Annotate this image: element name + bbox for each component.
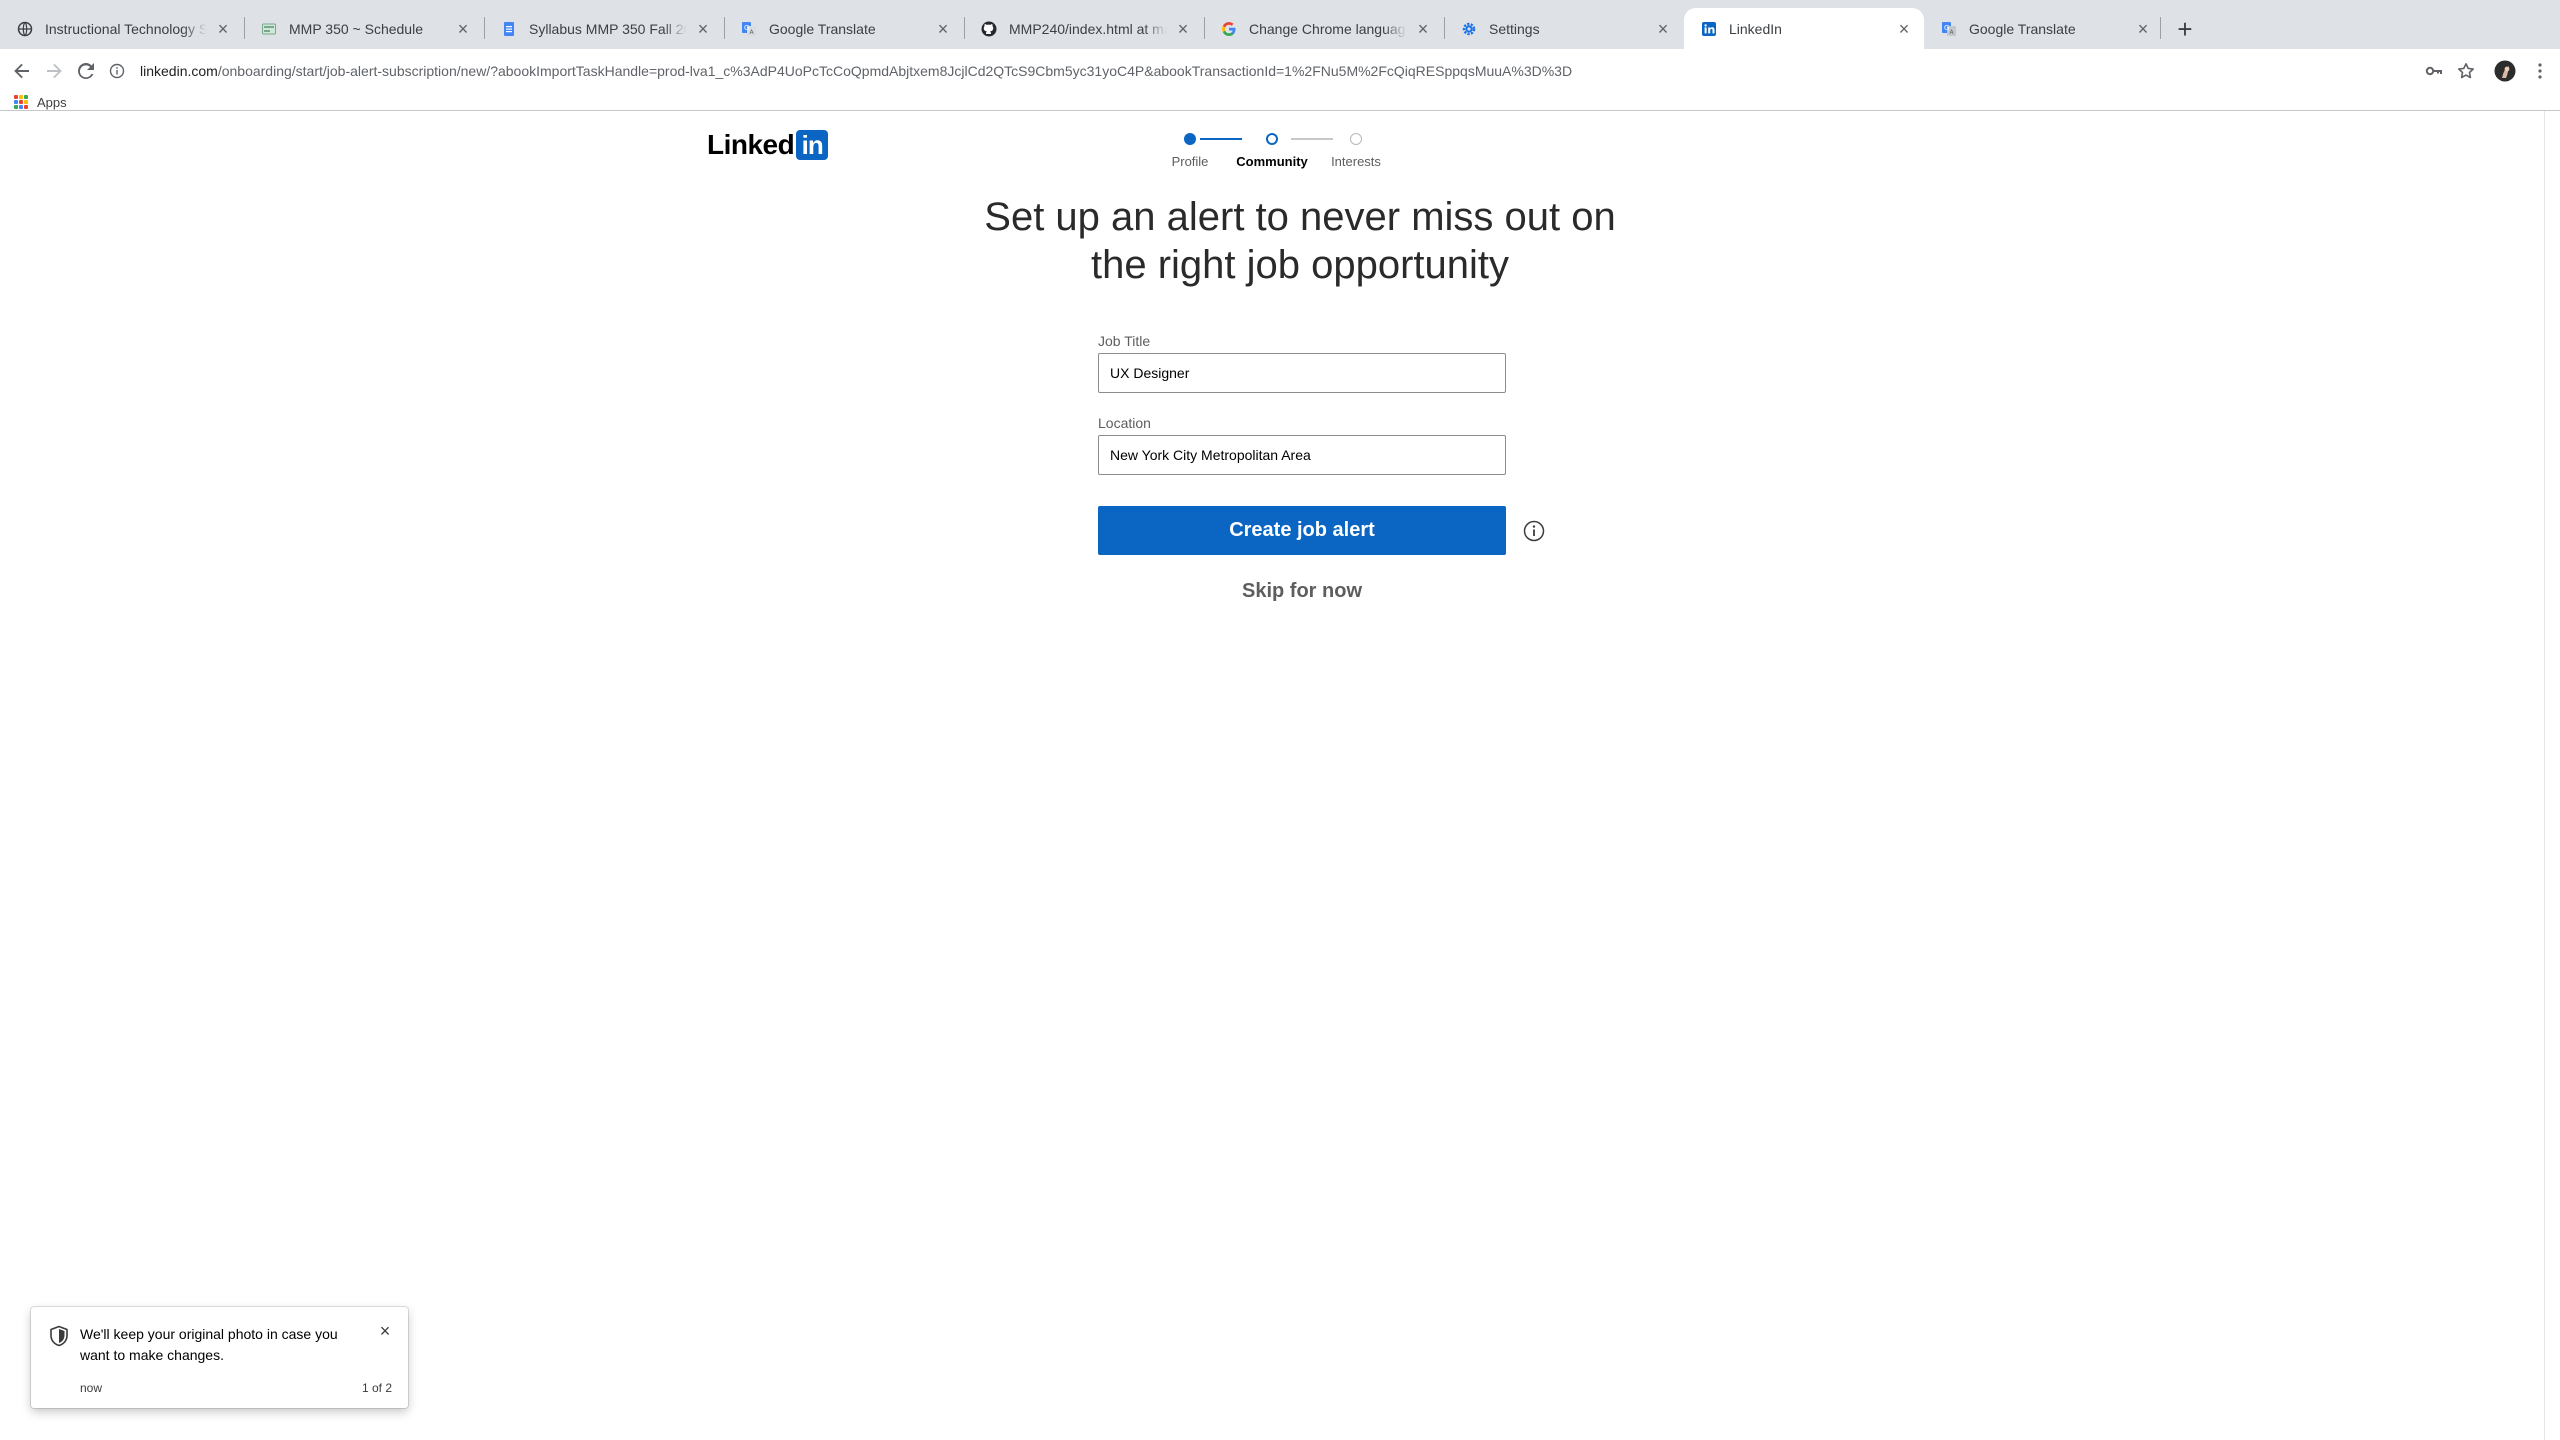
- google-icon: [1220, 20, 1238, 38]
- docs-icon: [500, 20, 518, 38]
- headline-line-1: Set up an alert to never miss out on: [984, 195, 1616, 239]
- profile-avatar[interactable]: [2493, 59, 2517, 83]
- logo-word: Linked: [707, 129, 795, 160]
- tab-strip: Instructional Technology Servic × MMP 35…: [0, 0, 2560, 49]
- headline-line-2: the right job opportunity: [1090, 243, 1510, 287]
- forward-arrow-icon: [47, 63, 62, 79]
- shield-icon: [49, 1325, 69, 1347]
- browser-tab[interactable]: Syllabus MMP 350 Fall 2019 - G ×: [484, 8, 723, 49]
- job-title-input[interactable]: [1098, 353, 1506, 393]
- tab-close-icon[interactable]: ×: [453, 19, 473, 39]
- toast-time: now: [80, 1381, 103, 1395]
- tab-close-icon[interactable]: ×: [933, 19, 953, 39]
- back-button[interactable]: [8, 57, 36, 85]
- globe-icon: [16, 20, 34, 38]
- tab-title: LinkedIn: [1729, 20, 1782, 37]
- key-icon[interactable]: [2422, 59, 2446, 83]
- browser-tab[interactable]: Change Chrome languages & tr ×: [1204, 8, 1443, 49]
- github-icon: [980, 20, 998, 38]
- url-path: /onboarding/start/job-alert-subscription…: [217, 63, 1573, 79]
- tab-separator: [2160, 17, 2161, 39]
- star-icon[interactable]: [2454, 59, 2478, 83]
- tab-close-icon[interactable]: ×: [213, 19, 233, 39]
- job-title-label: Job Title: [1098, 333, 1151, 349]
- browser-tab[interactable]: GA Google Translate ×: [1924, 8, 2163, 49]
- back-arrow-icon: [14, 63, 29, 79]
- reload-button[interactable]: [72, 57, 100, 85]
- linkedin-logo[interactable]: Linked in: [707, 129, 829, 161]
- linkedin-icon: [1700, 20, 1718, 38]
- tab-title: Settings: [1489, 20, 1540, 37]
- tab-close-icon[interactable]: ×: [1173, 19, 1193, 39]
- new-tab-button[interactable]: +: [2170, 14, 2200, 44]
- logo-in-badge: in: [796, 130, 829, 160]
- site-icon: [260, 20, 278, 38]
- tab-close-icon[interactable]: ×: [693, 19, 713, 39]
- browser-tab[interactable]: MMP240/index.html at master ×: [964, 8, 1203, 49]
- tab-title: Google Translate: [769, 20, 876, 37]
- page-headline: Set up an alert to never miss out on the…: [880, 193, 1720, 289]
- apps-grid-icon: [14, 95, 28, 109]
- browser-tab-active[interactable]: LinkedIn ×: [1684, 8, 1924, 49]
- step-connector: [1291, 138, 1333, 140]
- url-text: linkedin.com/onboarding/start/job-alert-…: [140, 63, 1572, 79]
- create-job-alert-button[interactable]: Create job alert: [1098, 506, 1506, 555]
- browser-content-divider: [0, 110, 2560, 111]
- step-dot-profile: [1184, 133, 1196, 145]
- translate-icon: GA: [740, 20, 758, 38]
- apps-bookmark[interactable]: Apps: [14, 95, 67, 110]
- step-label-interests: Interests: [1331, 154, 1381, 169]
- url-host: linkedin.com: [140, 63, 218, 79]
- tab-title: Syllabus MMP 350 Fall 2019 - G: [529, 20, 687, 37]
- toast-message: We'll keep your original photo in case y…: [80, 1326, 338, 1363]
- apps-label: Apps: [37, 94, 67, 110]
- tab-title: MMP 350 ~ Schedule: [289, 20, 423, 37]
- browser-tab[interactable]: MMP 350 ~ Schedule ×: [244, 8, 483, 49]
- translate-icon: GA: [1940, 20, 1958, 38]
- toast-counter: 1 of 2: [361, 1381, 392, 1395]
- browser-tab[interactable]: Instructional Technology Servic ×: [0, 8, 243, 49]
- close-icon[interactable]: ×: [373, 1319, 397, 1343]
- site-info-icon[interactable]: [108, 62, 126, 80]
- forward-button[interactable]: [40, 57, 68, 85]
- tab-close-icon[interactable]: ×: [1894, 19, 1914, 39]
- location-label: Location: [1098, 415, 1151, 431]
- photo-toast: We'll keep your original photo in case y…: [31, 1307, 408, 1408]
- browser-tab[interactable]: GA Google Translate ×: [724, 8, 963, 49]
- step-dot-interests: [1350, 133, 1362, 145]
- bookmarks-bar: Apps: [0, 93, 2560, 111]
- tab-title: Change Chrome languages & tr: [1249, 20, 1407, 37]
- info-icon[interactable]: [1523, 520, 1545, 542]
- tab-close-icon[interactable]: ×: [1413, 19, 1433, 39]
- tab-close-icon[interactable]: ×: [2133, 19, 2153, 39]
- browser-toolbar: linkedin.com/onboarding/start/job-alert-…: [0, 49, 2560, 93]
- step-dot-community: [1266, 133, 1278, 145]
- tab-title: Instructional Technology Servic: [45, 20, 207, 37]
- onboarding-stepper: Profile Community Interests: [1160, 133, 1400, 177]
- gear-icon: [1460, 20, 1478, 38]
- skip-for-now-button[interactable]: Skip for now: [1200, 578, 1404, 604]
- location-input[interactable]: [1098, 435, 1506, 475]
- reload-icon: [77, 62, 94, 79]
- tab-close-icon[interactable]: ×: [1653, 19, 1673, 39]
- browser-tab[interactable]: Settings ×: [1444, 8, 1683, 49]
- tab-title: Google Translate: [1969, 20, 2076, 37]
- step-connector: [1200, 138, 1242, 140]
- scrollbar-track[interactable]: [2544, 111, 2545, 1440]
- tab-title: MMP240/index.html at master: [1009, 20, 1167, 37]
- address-bar[interactable]: linkedin.com/onboarding/start/job-alert-…: [108, 54, 2498, 88]
- menu-kebab-icon[interactable]: [2528, 59, 2552, 83]
